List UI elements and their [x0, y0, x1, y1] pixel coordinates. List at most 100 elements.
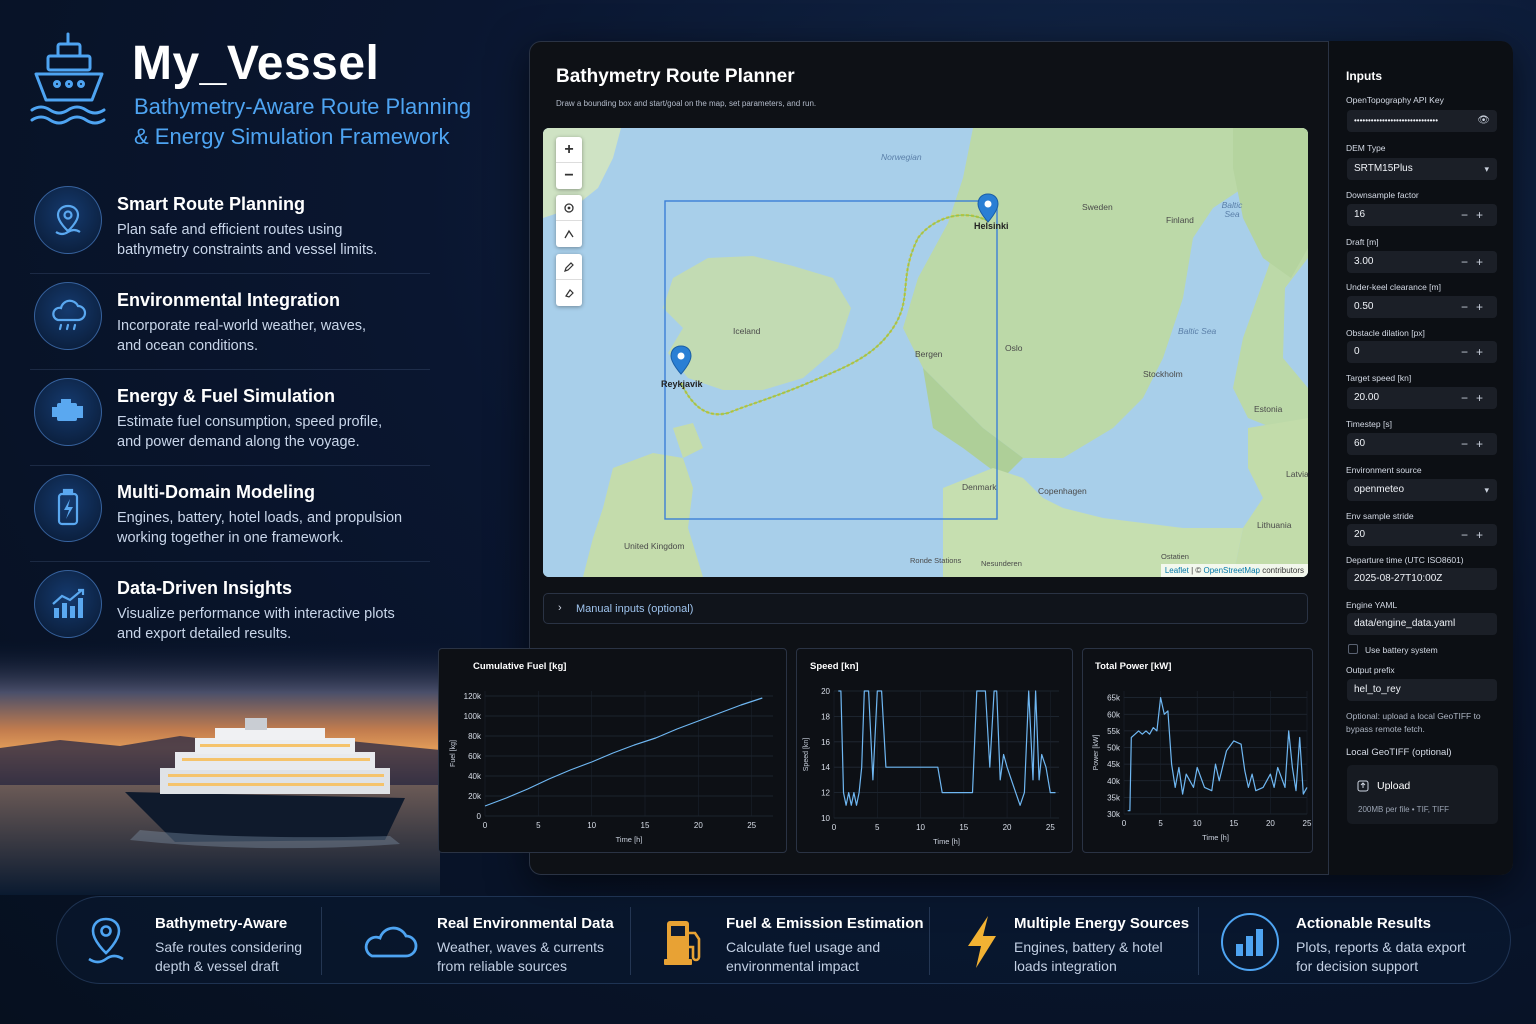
zoom-control: + −: [556, 137, 582, 189]
chevron-right-icon: ›: [558, 602, 562, 614]
feature-desc-line: Estimate fuel consumption, speed profile…: [117, 414, 383, 430]
map-label: Bergen: [915, 349, 943, 359]
env-stride-input[interactable]: 20 −+: [1347, 524, 1497, 546]
map-label: United Kingdom: [624, 541, 685, 551]
draw-polyline-button[interactable]: [556, 221, 582, 247]
stepper-icon[interactable]: −+: [1461, 341, 1491, 363]
stepper-icon[interactable]: −+: [1461, 251, 1491, 273]
env-source-value: openmeteo: [1354, 484, 1405, 495]
stepper-icon[interactable]: −+: [1461, 433, 1491, 455]
manual-inputs-expander[interactable]: › Manual inputs (optional): [543, 593, 1308, 624]
output-prefix-input[interactable]: hel_to_rey: [1347, 679, 1497, 701]
draft-label: Draft [m]: [1346, 237, 1379, 247]
benefit-desc-line: Plots, reports & data export: [1296, 939, 1466, 955]
brand-title: My_Vessel: [132, 37, 380, 90]
benefit-desc: Safe routes considering depth & vessel dr…: [155, 938, 345, 976]
departure-input[interactable]: 2025-08-27T10:00Z: [1347, 568, 1497, 590]
benefit-desc: Plots, reports & data export for decision…: [1296, 938, 1486, 976]
y-tick-label: 80k: [468, 732, 482, 741]
env-source-select[interactable]: openmeteo ▾: [1347, 479, 1497, 501]
eye-icon[interactable]: 👁: [1477, 110, 1490, 132]
divider: [321, 907, 322, 975]
x-tick-label: 0: [483, 821, 488, 830]
map-label: Iceland: [733, 326, 761, 336]
feature-item: Environmental Integration Incorporate re…: [30, 274, 430, 370]
upload-button[interactable]: Upload: [1357, 775, 1410, 797]
downsample-input[interactable]: 16 −+: [1347, 204, 1497, 226]
engine-yaml-label: Engine YAML: [1346, 600, 1398, 610]
y-tick-label: 50k: [1107, 744, 1121, 753]
stepper-icon[interactable]: −+: [1461, 524, 1491, 546]
eraser-icon: [565, 289, 574, 298]
dilation-value: 0: [1354, 346, 1360, 357]
benefit-desc-line: for decision support: [1296, 958, 1419, 974]
feature-desc-line: bathymetry constraints and vessel limits…: [117, 242, 378, 258]
attribution-sep: | ©: [1188, 566, 1204, 575]
feature-desc-line: working together in one framework.: [117, 530, 344, 546]
api-key-label: OpenTopography API Key: [1346, 95, 1444, 105]
y-tick-label: 120k: [464, 692, 482, 701]
y-tick-label: 18: [821, 712, 830, 721]
upload-dropzone[interactable]: Upload 200MB per file • TIF, TIFF: [1347, 765, 1498, 824]
x-tick-label: 15: [641, 821, 650, 830]
battery-icon: [34, 474, 102, 542]
feature-title: Environmental Integration: [117, 290, 341, 310]
y-tick-label: 60k: [1107, 710, 1121, 719]
benefit-desc-line: Engines, battery & hotel: [1014, 939, 1163, 955]
dem-type-select[interactable]: SRTM15Plus ▾: [1347, 158, 1497, 180]
leaflet-link[interactable]: Leaflet: [1165, 566, 1189, 575]
map-label: Sweden: [1082, 202, 1113, 212]
y-tick-label: 20k: [468, 792, 482, 801]
feature-desc-line: Visualize performance with interactive p…: [117, 606, 395, 622]
x-tick-label: 10: [916, 823, 925, 832]
fuel-plot: Cumulative Fuel [kg] 0 20k 40k 60k 80k 100k 12…: [438, 648, 787, 853]
target-speed-input[interactable]: 20.00 −+: [1347, 387, 1497, 409]
engine-yaml-input[interactable]: data/engine_data.yaml: [1347, 613, 1497, 635]
map-label: Estonia: [1254, 404, 1283, 414]
env-stride-value: 20: [1354, 529, 1366, 540]
benefit-desc: Weather, waves & currents from reliable s…: [437, 938, 627, 976]
map-label: Norwegian: [881, 152, 922, 162]
delete-layers-button[interactable]: [556, 280, 582, 306]
env-stride-label: Env sample stride: [1346, 511, 1414, 521]
divider: [929, 907, 930, 975]
polyline-icon: [564, 229, 574, 239]
cruise-ship-image: [0, 640, 440, 895]
draw-marker-button[interactable]: [556, 195, 582, 221]
y-tick-label: 16: [821, 738, 830, 747]
ukc-input[interactable]: 0.50 −+: [1347, 296, 1497, 318]
speed-plot: Speed [kn] 10 12 14 16 18 20 0 5 10 15 20 25 Time [h…: [796, 648, 1073, 853]
draft-input[interactable]: 3.00 −+: [1347, 251, 1497, 273]
brand-subtitle-line1: Bathymetry-Aware Route Planning: [134, 94, 472, 119]
x-tick-label: 20: [694, 821, 703, 830]
feature-title: Data-Driven Insights: [117, 578, 293, 598]
y-tick-label: 0: [477, 812, 482, 821]
map-label-reykjavik: Reykjavik: [661, 379, 703, 389]
feature-desc: Plan safe and efficient routes using bath…: [117, 220, 427, 260]
location-pin-icon: [34, 186, 102, 254]
osm-link[interactable]: OpenStreetMap: [1203, 566, 1259, 575]
feature-desc: Incorporate real-world weather, waves, an…: [117, 316, 427, 356]
map-label-helsinki: Helsinki: [974, 221, 1009, 231]
x-tick-label: 5: [875, 823, 880, 832]
route-map[interactable]: Norwegian Sweden Finland Baltic Sea Icel…: [543, 128, 1308, 577]
ukc-value: 0.50: [1354, 301, 1374, 312]
zoom-out-button[interactable]: −: [556, 163, 582, 189]
stepper-icon[interactable]: −+: [1461, 387, 1491, 409]
map-label: Baltic Sea: [1178, 326, 1217, 336]
y-tick-label: 12: [821, 789, 830, 798]
zoom-in-button[interactable]: +: [556, 137, 582, 163]
timestep-input[interactable]: 60 −+: [1347, 433, 1497, 455]
cloud-icon: [355, 913, 425, 971]
battery-checkbox[interactable]: [1348, 644, 1358, 654]
dilation-input[interactable]: 0 −+: [1347, 341, 1497, 363]
feature-title: Multi-Domain Modeling: [117, 482, 315, 502]
series-line: [838, 690, 1056, 806]
engine-yaml-value: data/engine_data.yaml: [1354, 618, 1456, 629]
stepper-icon[interactable]: −+: [1461, 296, 1491, 318]
stepper-icon[interactable]: −+: [1461, 204, 1491, 226]
edit-layers-button[interactable]: [556, 254, 582, 280]
api-key-input[interactable]: •••••••••••••••••••••••••••••• 👁: [1347, 110, 1497, 132]
y-tick-label: 45k: [1107, 760, 1121, 769]
timestep-label: Timestep [s]: [1346, 419, 1392, 429]
